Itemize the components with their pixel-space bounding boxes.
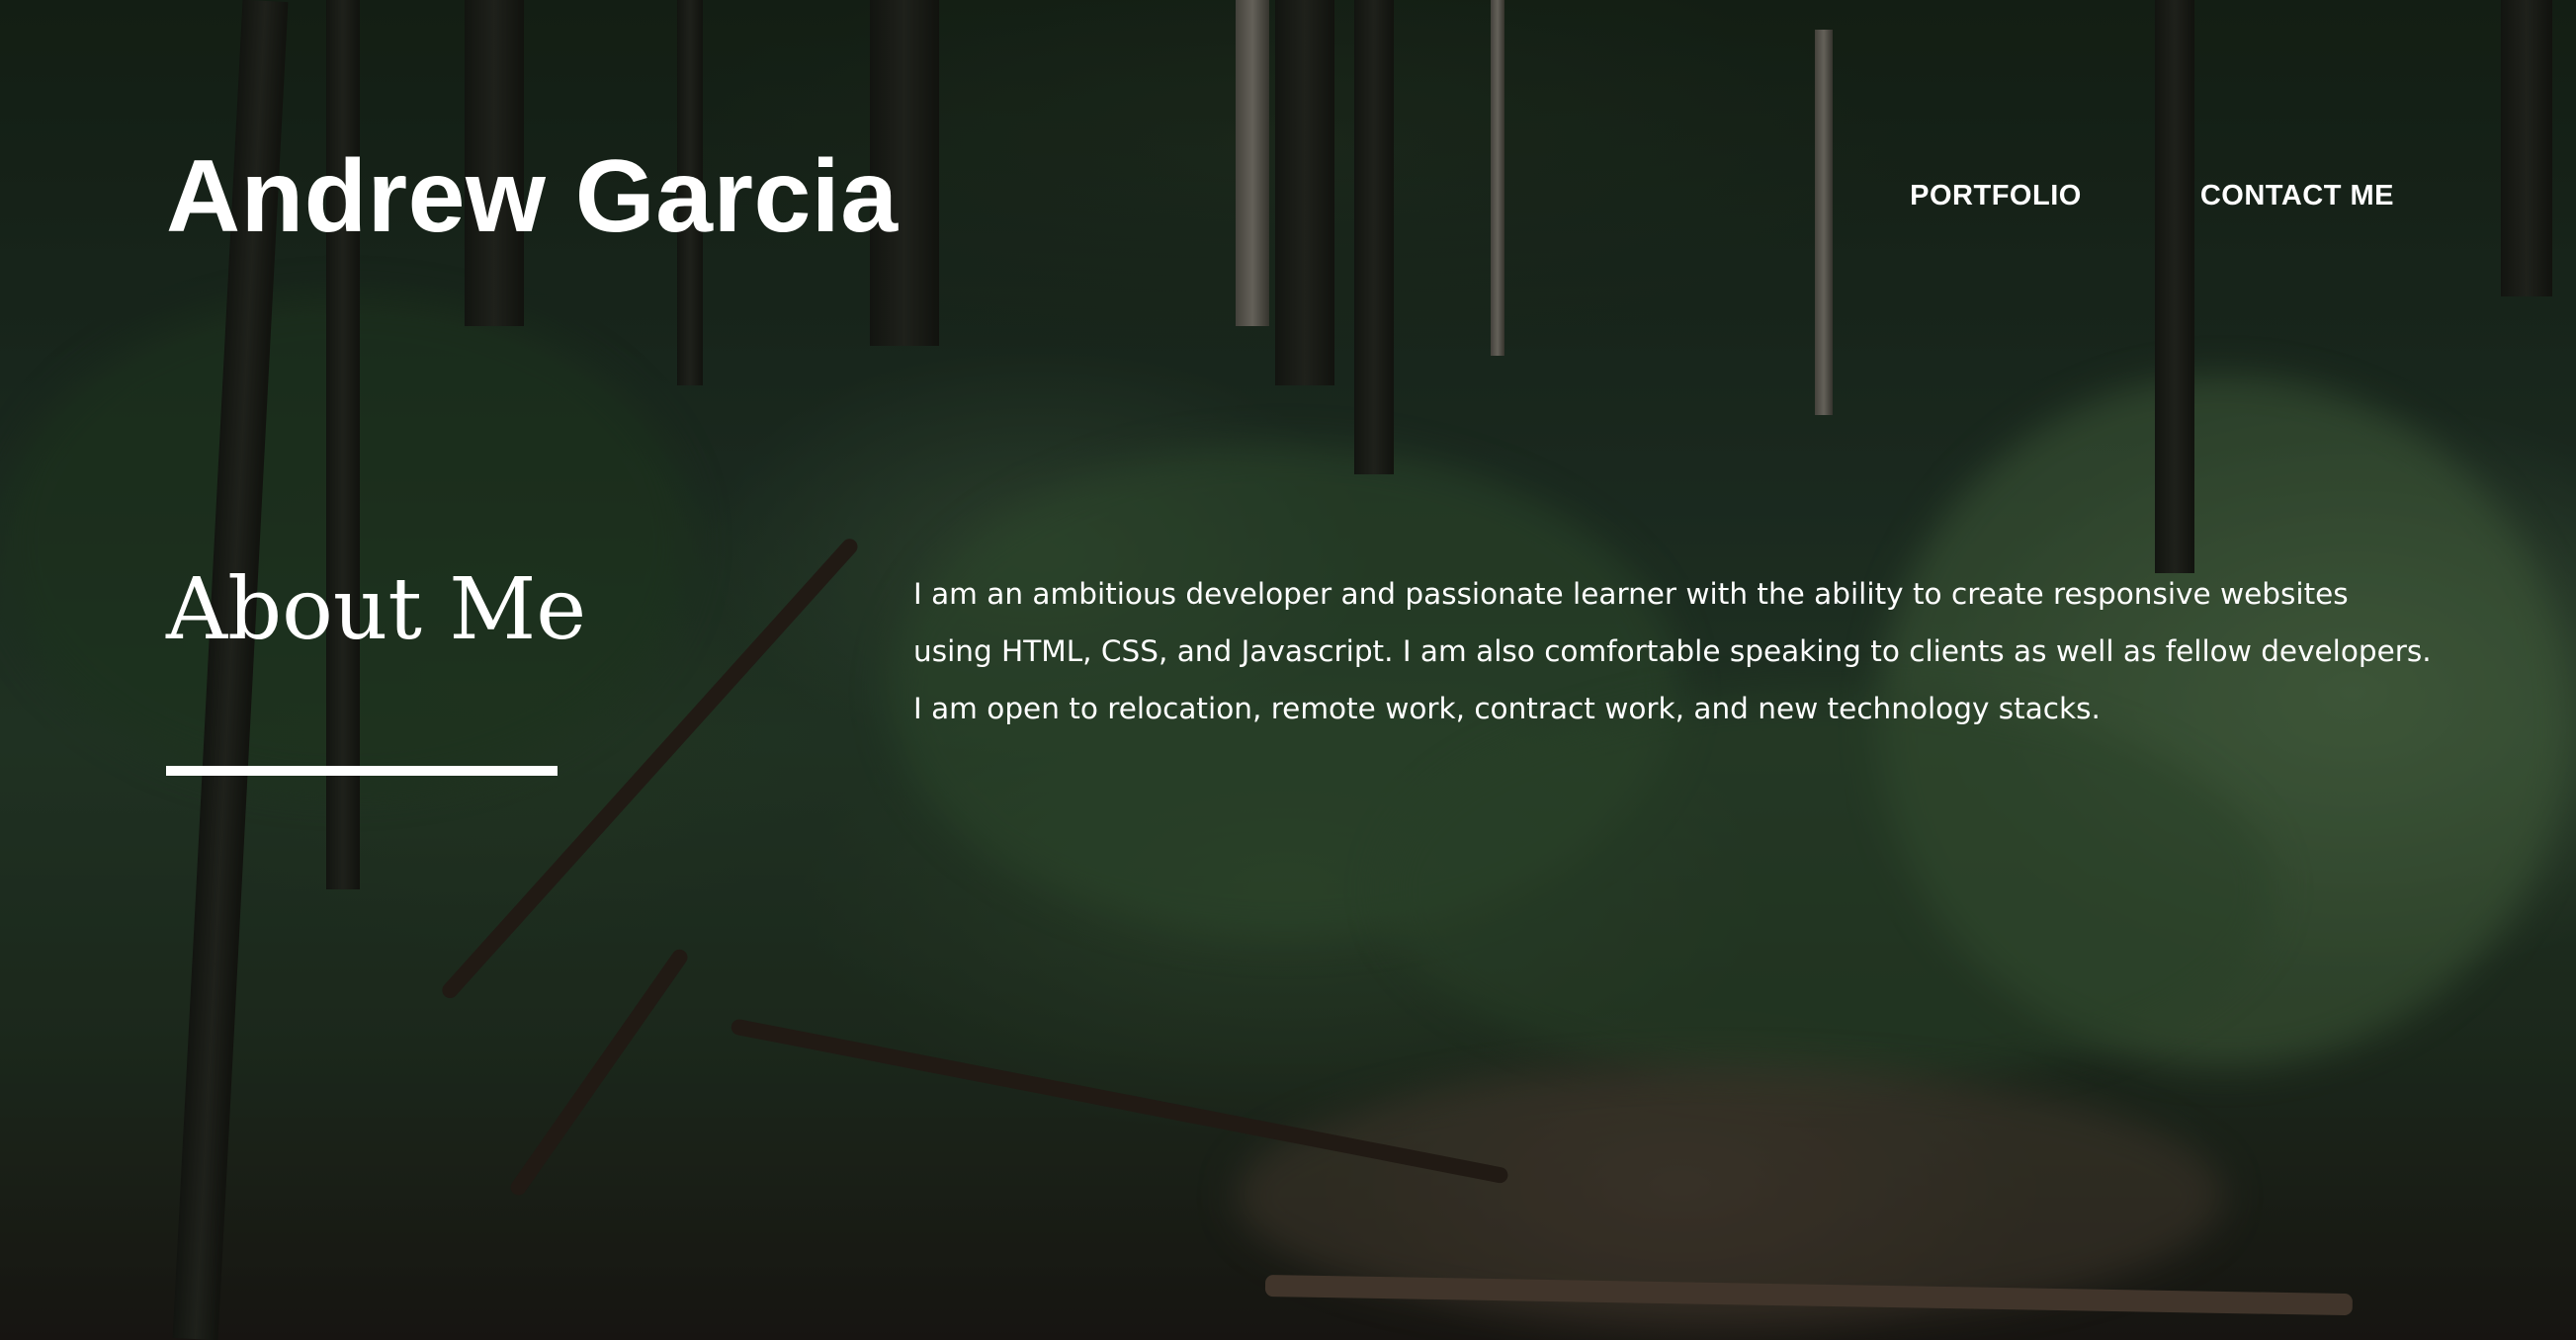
about-heading: About Me xyxy=(166,560,587,659)
nav-contact-link[interactable]: CONTACT ME xyxy=(2200,180,2394,212)
about-description: I am an ambitious developer and passiona… xyxy=(913,577,2432,725)
about-heading-underline xyxy=(166,766,558,776)
site-title[interactable]: Andrew Garcia xyxy=(166,138,899,257)
nav-portfolio-link[interactable]: PORTFOLIO xyxy=(1910,180,2082,212)
main-nav: PORTFOLIO CONTACT ME xyxy=(1910,180,2394,212)
